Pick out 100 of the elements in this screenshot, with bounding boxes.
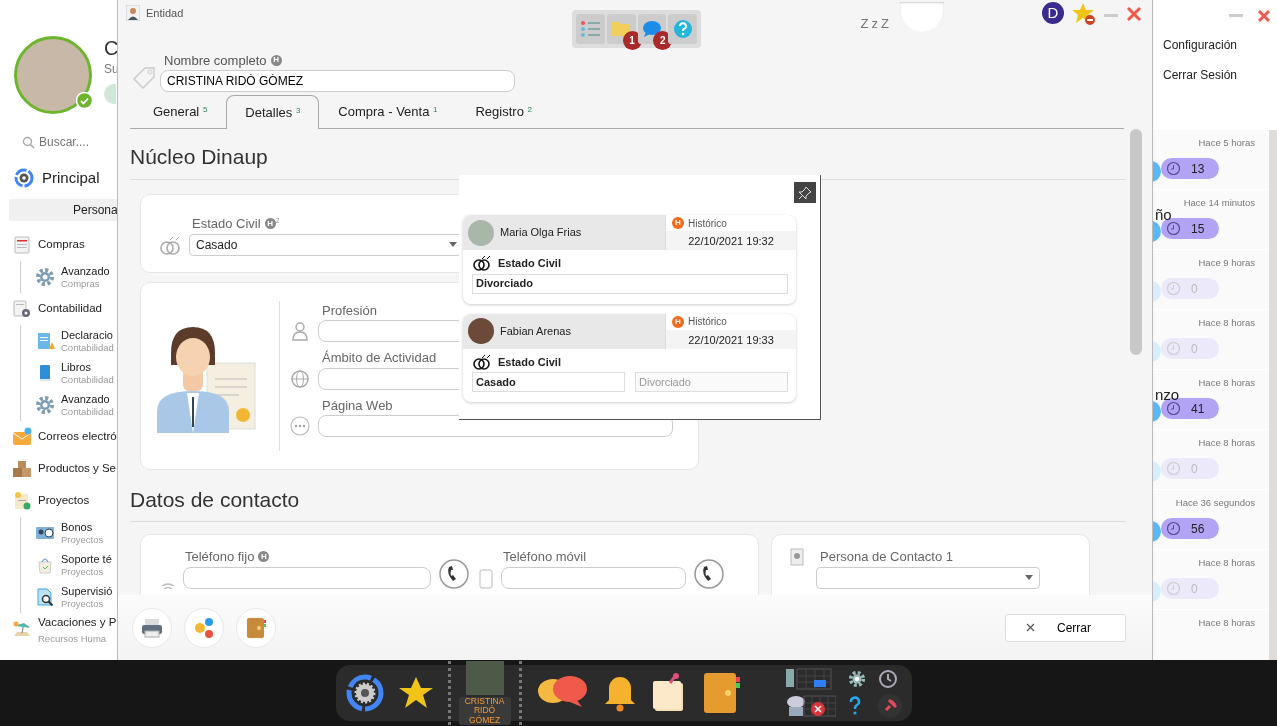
menu-item[interactable]: Contabilidad <box>0 293 117 325</box>
counter-pill: 0 <box>1161 278 1219 300</box>
pin-icon <box>798 185 812 200</box>
magnifier-icon <box>35 587 55 607</box>
wallet-button[interactable] <box>236 607 276 648</box>
rings-icon <box>472 353 492 370</box>
print-button[interactable] <box>132 607 172 648</box>
user-avatar[interactable]: D <box>1042 2 1064 24</box>
clock-icon <box>1166 341 1181 357</box>
time-label: Hace 8 horas <box>1198 556 1255 570</box>
submenu-item[interactable]: Avanzado Compras <box>35 261 117 293</box>
boxes-icon <box>12 459 32 479</box>
print-icon <box>141 616 163 639</box>
section-heading: Datos de contacto <box>130 483 1126 522</box>
time-label: Hace 14 minutos <box>1183 196 1255 210</box>
avatar-circle <box>468 318 494 344</box>
settings-icon[interactable] <box>847 670 866 688</box>
subsection-tab[interactable]: Persona <box>9 199 117 221</box>
value-field: Casado <box>472 372 625 392</box>
folder-icon[interactable] <box>611 19 632 39</box>
text-field[interactable] <box>501 566 686 589</box>
web-icon <box>290 415 310 437</box>
window-title: Entidad <box>146 6 184 21</box>
clock-icon <box>1166 161 1181 177</box>
chat-icon[interactable] <box>641 19 662 39</box>
field-label: Estado Civil <box>498 256 561 271</box>
menu-link[interactable]: Cerrar Sesión <box>1153 60 1277 90</box>
photo-placeholder <box>465 661 504 695</box>
tab[interactable]: General $^{5}$ <box>134 95 227 128</box>
close-icon <box>1026 623 1035 632</box>
help-icon[interactable] <box>847 696 862 716</box>
gear-icon <box>35 395 55 415</box>
pin-icon[interactable] <box>877 694 902 718</box>
field-label: Teléfono fijo <box>184 548 255 566</box>
clock-icon <box>1166 401 1181 417</box>
menu-item[interactable]: Correos electró <box>0 421 117 453</box>
colorful-gear-icon <box>14 168 34 188</box>
submenu-item[interactable]: Soporte té Proyectos <box>35 549 117 581</box>
dropdown-caret-icon <box>1025 575 1033 580</box>
field-label: Estado Civil <box>192 215 261 233</box>
clipboard-icon <box>12 491 32 511</box>
field-label: Página Web <box>321 396 393 415</box>
select-field[interactable] <box>816 566 1040 589</box>
star-icon[interactable] <box>1072 2 1096 26</box>
menu-link[interactable]: Configuración <box>1153 30 1277 60</box>
name-field[interactable]: CRISTINA RIDÓ GÓMEZ <box>160 70 515 92</box>
tab[interactable]: Registro $^{2}$ <box>456 95 551 128</box>
history-mark: H <box>672 315 684 328</box>
sleep-text: ZzZ <box>860 15 892 33</box>
time-label: Hace 8 horas <box>1198 436 1255 450</box>
tag-icon <box>132 66 158 92</box>
submenu-item[interactable]: Declaracio Contabilidad <box>35 325 117 357</box>
submenu-item[interactable]: Avanzado Contabilidad <box>35 389 117 421</box>
field-label: Teléfono móvil <box>502 548 587 566</box>
tab[interactable]: Compra - Venta $^{1}$ <box>319 95 457 128</box>
submenu-item[interactable]: Supervisió Proyectos <box>35 581 117 613</box>
history-clock-icon[interactable] <box>877 669 898 689</box>
menu-item[interactable]: Vacaciones y P Recursos Huma <box>0 613 117 647</box>
value-field: Divorciado <box>472 273 788 294</box>
wallet-icon <box>245 616 267 639</box>
server-graph-icon[interactable] <box>785 668 832 690</box>
clock-icon <box>1166 221 1181 237</box>
field-label: Ámbito de Actividad <box>321 349 437 367</box>
field-label: Estado Civil <box>498 354 561 370</box>
section-item[interactable]: Principal <box>14 167 104 189</box>
history-mark: H $^{2}$ <box>264 217 280 231</box>
menu-item[interactable]: Productos y Se <box>0 453 117 485</box>
cloud-error-icon[interactable] <box>785 694 836 718</box>
clock-icon <box>1166 581 1181 597</box>
colorful-gear-icon[interactable] <box>345 674 384 712</box>
document-icon <box>35 331 55 351</box>
contacts-button[interactable] <box>184 607 224 648</box>
time-label: Hace 36 segundos <box>1175 496 1255 510</box>
menu-item[interactable]: Compras <box>0 229 117 261</box>
submenu-item[interactable]: Bonos Proyectos <box>35 517 117 549</box>
pin-button[interactable] <box>794 182 816 203</box>
close-button[interactable]: Cerrar <box>1005 613 1126 642</box>
mobile-icon <box>479 568 493 589</box>
field-label: Nombre completo <box>164 51 267 70</box>
history-mark: H <box>672 217 684 229</box>
wallet-icon[interactable] <box>701 671 742 715</box>
value-field: Divorciado <box>635 372 788 392</box>
star-icon[interactable] <box>397 675 434 711</box>
close-icon[interactable] <box>1257 9 1271 23</box>
document-icon <box>12 235 32 255</box>
tab[interactable]: Detalles $^{3}$ <box>226 95 320 129</box>
mobile-phone-icon[interactable] <box>694 558 724 589</box>
phone-icon[interactable] <box>439 558 469 589</box>
menu-item[interactable]: Proyectos <box>0 485 117 517</box>
contact-card-icon <box>790 547 804 567</box>
time-label: Hace 9 horas <box>1198 256 1255 270</box>
avatar-circle <box>468 219 494 246</box>
time-label: Hace 5 horas <box>1198 136 1255 150</box>
submenu-item[interactable]: Libros Contabilidad <box>35 357 117 389</box>
history-tag: Histórico <box>688 314 727 329</box>
time-label: Hace 8 horas <box>1198 376 1255 390</box>
counter-pill: 0 <box>1161 338 1219 360</box>
text-field[interactable] <box>183 566 431 589</box>
window-thumbnail[interactable]: CRISTINA RIDÓ GÓMEZ <box>447 661 522 725</box>
scrollbar-thumb[interactable] <box>1129 129 1142 355</box>
